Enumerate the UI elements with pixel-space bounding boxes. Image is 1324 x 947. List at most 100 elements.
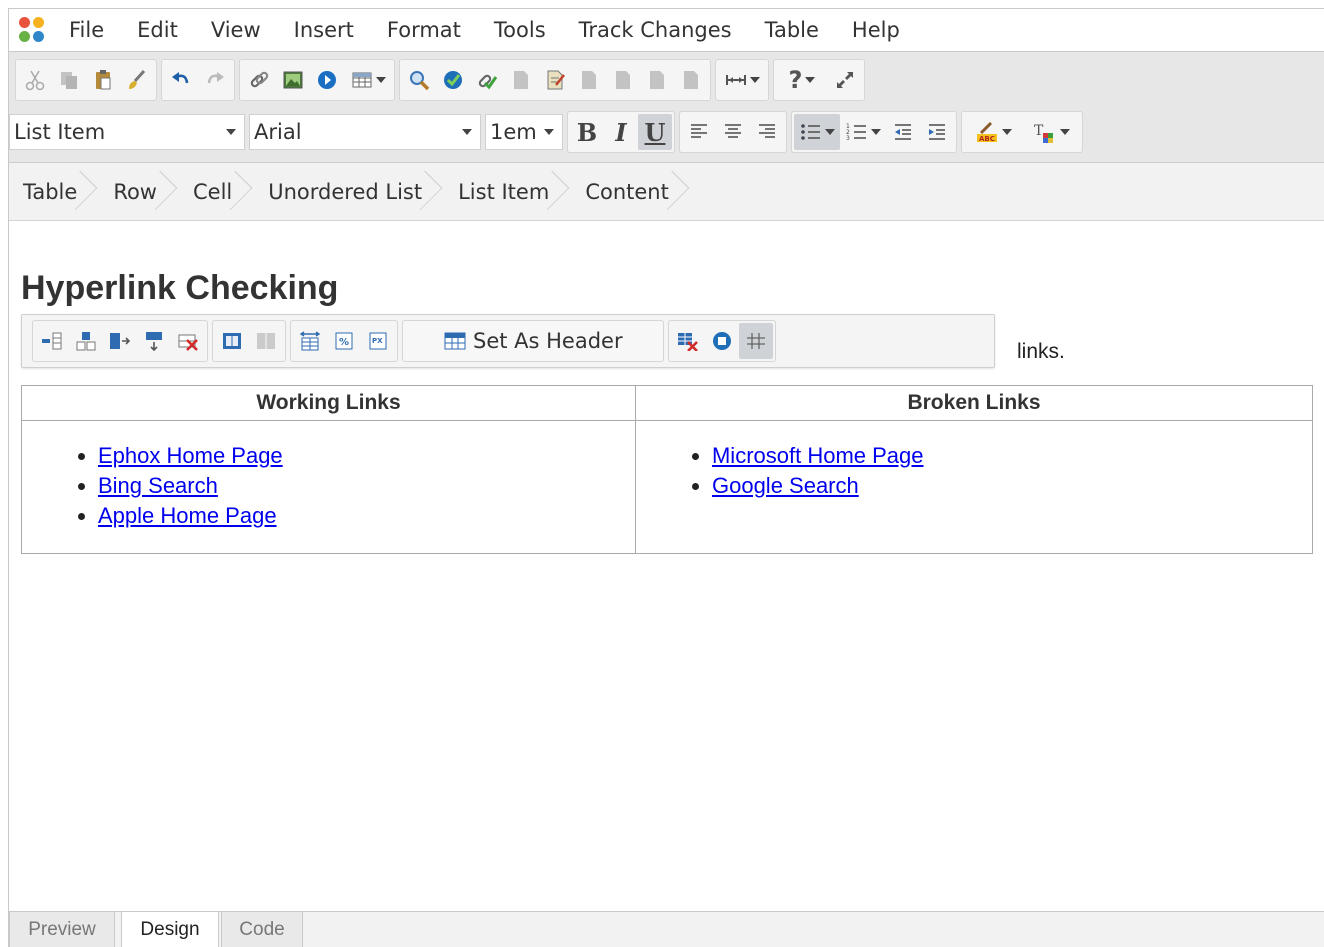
show-gridlines-button[interactable]: [738, 323, 773, 359]
italic-button[interactable]: I: [604, 114, 638, 150]
merge-cells-button[interactable]: [215, 323, 249, 359]
document-edit-icon: [547, 70, 565, 90]
document-button-5[interactable]: [674, 62, 708, 98]
breadcrumb-row[interactable]: Row: [91, 163, 171, 220]
working-links-cell[interactable]: Ephox Home Page Bing Search Apple Home P…: [21, 420, 636, 554]
table-width-button[interactable]: [293, 323, 327, 359]
paste-button[interactable]: [86, 62, 120, 98]
insert-table-button[interactable]: [344, 62, 392, 98]
working-links-header[interactable]: Working Links: [21, 385, 636, 421]
menu-edit[interactable]: Edit: [137, 18, 178, 42]
insert-media-button[interactable]: [310, 62, 344, 98]
set-as-header-button[interactable]: Set As Header: [402, 320, 664, 362]
tab-preview[interactable]: Preview: [9, 912, 115, 947]
menu-help[interactable]: Help: [852, 18, 900, 42]
menu-format[interactable]: Format: [387, 18, 461, 42]
table-properties-icon: [712, 332, 731, 350]
insert-column-after-button[interactable]: [103, 323, 137, 359]
grid-icon: [746, 333, 765, 349]
pixel-width-button[interactable]: PX: [361, 323, 395, 359]
find-button[interactable]: [402, 62, 436, 98]
delete-table-button[interactable]: [671, 323, 705, 359]
spellcheck-button[interactable]: ABC: [964, 114, 1022, 150]
numbered-list-button[interactable]: 123: [840, 114, 886, 150]
link-microsoft-home[interactable]: Microsoft Home Page: [712, 443, 924, 468]
align-left-icon: [691, 124, 707, 138]
align-left-button[interactable]: [682, 114, 716, 150]
underline-button[interactable]: U: [638, 114, 672, 150]
insert-column-before-button[interactable]: [35, 323, 69, 359]
chevron-down-icon: [1059, 129, 1070, 135]
copy-button[interactable]: [52, 62, 86, 98]
redo-icon: [207, 72, 224, 84]
editor-content[interactable]: Hyperlink Checking links. % PX Set As He…: [9, 221, 1324, 911]
redo-button[interactable]: [198, 62, 232, 98]
indent-button[interactable]: [920, 114, 954, 150]
help-button[interactable]: ?: [776, 62, 828, 98]
numbered-list-icon: 123: [846, 123, 866, 142]
link-google-search[interactable]: Google Search: [712, 473, 859, 498]
menu-view[interactable]: View: [211, 18, 261, 42]
insert-row-button[interactable]: [69, 323, 103, 359]
width-button[interactable]: [718, 62, 766, 98]
align-center-icon: [725, 124, 741, 138]
menu-track-changes[interactable]: Track Changes: [579, 18, 732, 42]
bullet-list-button[interactable]: [794, 114, 840, 150]
undo-button[interactable]: [164, 62, 198, 98]
breadcrumb-unordered-list[interactable]: Unordered List: [246, 163, 436, 220]
block-style-select[interactable]: List Item: [9, 114, 245, 150]
link-apple-home[interactable]: Apple Home Page: [98, 503, 277, 528]
font-size-select[interactable]: 1em: [485, 114, 563, 150]
document-button-4[interactable]: [640, 62, 674, 98]
breadcrumb-list-item[interactable]: List Item: [436, 163, 563, 220]
menu-file[interactable]: File: [69, 18, 104, 42]
percent-width-icon: %: [335, 332, 353, 350]
document-button-1[interactable]: [504, 62, 538, 98]
tab-code[interactable]: Code: [221, 912, 303, 947]
magnifier-icon: [410, 71, 430, 91]
tab-design[interactable]: Design: [121, 912, 219, 947]
insert-image-button[interactable]: [276, 62, 310, 98]
outdent-icon: [895, 124, 911, 140]
text-color-button[interactable]: T: [1022, 114, 1080, 150]
insert-row-after-button[interactable]: [137, 323, 171, 359]
insert-row-after-icon: [146, 332, 162, 351]
list-item: Ephox Home Page: [98, 441, 635, 471]
font-family-select[interactable]: Arial: [249, 114, 481, 150]
menu-tools[interactable]: Tools: [494, 18, 546, 42]
align-right-button[interactable]: [750, 114, 784, 150]
menu-table[interactable]: Table: [765, 18, 819, 42]
document-button-2[interactable]: [572, 62, 606, 98]
cut-button[interactable]: [18, 62, 52, 98]
fullscreen-button[interactable]: [828, 62, 862, 98]
toolbar-group-history: [161, 59, 235, 101]
breadcrumb-content[interactable]: Content: [563, 163, 683, 220]
menu-insert[interactable]: Insert: [294, 18, 354, 42]
document-edit-button[interactable]: [538, 62, 572, 98]
split-cells-icon: [257, 333, 275, 349]
broken-links-cell[interactable]: Microsoft Home Page Google Search: [634, 420, 1314, 554]
link-checker-button[interactable]: [470, 62, 504, 98]
links-table[interactable]: Working Links Broken Links Ephox Home Pa…: [21, 385, 1314, 554]
broken-links-header[interactable]: Broken Links: [634, 385, 1314, 421]
breadcrumb-table[interactable]: Table: [9, 163, 91, 220]
outdent-button[interactable]: [886, 114, 920, 150]
copy-icon: [61, 72, 77, 89]
link-ephox-home[interactable]: Ephox Home Page: [98, 443, 283, 468]
table-properties-button[interactable]: [705, 323, 739, 359]
split-cells-button[interactable]: [249, 323, 283, 359]
expand-icon: [837, 72, 853, 88]
insert-link-button[interactable]: [242, 62, 276, 98]
bold-button[interactable]: B: [570, 114, 604, 150]
chevron-down-icon: [226, 129, 236, 135]
accessibility-check-button[interactable]: [436, 62, 470, 98]
percent-width-button[interactable]: %: [327, 323, 361, 359]
paragraph-text: links.: [1017, 340, 1065, 363]
chevron-down-icon: [544, 129, 554, 135]
format-painter-button[interactable]: [120, 62, 154, 98]
align-center-button[interactable]: [716, 114, 750, 150]
breadcrumb-cell[interactable]: Cell: [171, 163, 246, 220]
link-bing-search[interactable]: Bing Search: [98, 473, 218, 498]
delete-row-button[interactable]: [171, 323, 205, 359]
document-button-3[interactable]: [606, 62, 640, 98]
